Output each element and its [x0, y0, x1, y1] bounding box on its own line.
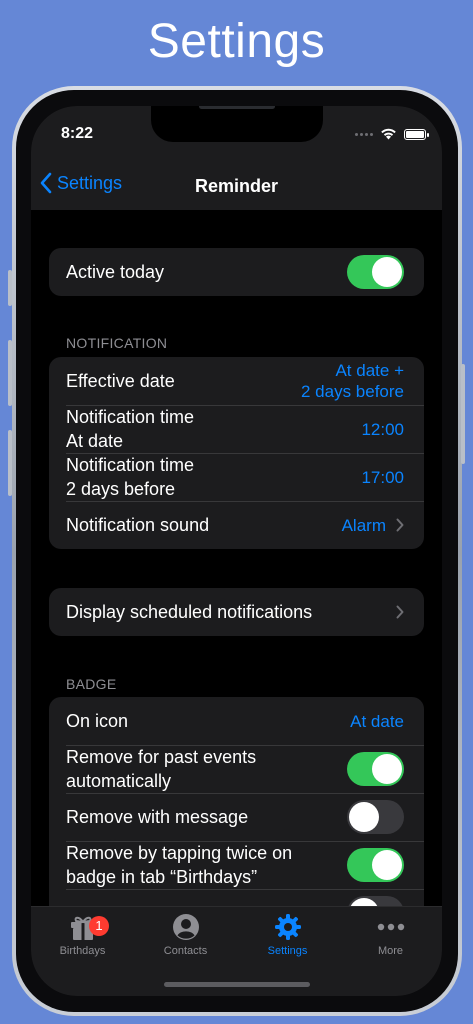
active-today-row: Active today: [49, 248, 424, 296]
active-today-label: Active today: [66, 262, 165, 282]
notification-group: Effective date At date + 2 days before N…: [49, 357, 424, 549]
notification-sound-label: Notification sound: [66, 515, 210, 535]
silent-switch: [8, 270, 12, 306]
person-circle-icon: [172, 914, 199, 940]
effective-date-label: Effective date: [66, 371, 175, 391]
remove-past-events-row: Remove for past events automatically: [49, 745, 424, 793]
badge-section-header: BADGE: [66, 676, 117, 692]
notification-section-header: NOTIFICATION: [66, 335, 168, 351]
scheduled-notifications-row[interactable]: Display scheduled notifications: [49, 588, 424, 636]
chevron-right-icon: [396, 605, 404, 619]
tab-more[interactable]: More: [339, 913, 442, 957]
active-today-toggle[interactable]: [347, 255, 404, 289]
tab-more-label: More: [377, 945, 404, 957]
notification-sound-value: Alarm: [341, 515, 386, 535]
badge-group: On icon At date Remove for past events a…: [49, 697, 424, 906]
notification-time-before-row[interactable]: Notification time 2 days before 17:00: [49, 453, 424, 501]
notification-time-at-date-value: 12:00: [361, 419, 404, 439]
active-today-group: Active today: [49, 248, 424, 296]
remove-by-tapping-label: Remove by tapping twice on badge in tab …: [66, 843, 293, 887]
notification-time-before-label: Notification time 2 days before: [66, 455, 195, 499]
tab-settings-label: Settings: [267, 945, 308, 957]
notification-time-at-date-label: Notification time At date: [66, 407, 195, 451]
wifi-icon: [381, 128, 396, 140]
tab-birthdays[interactable]: Birthdays 1: [31, 913, 134, 957]
chevron-right-icon: [396, 518, 404, 532]
on-icon-label: On icon: [66, 711, 129, 731]
notification-time-before-value: 17:00: [361, 467, 404, 487]
on-icon-row[interactable]: On icon At date: [49, 697, 424, 745]
remove-past-events-toggle[interactable]: [347, 752, 404, 786]
navigation-bar: Settings Reminder: [31, 160, 442, 210]
promo-title: Settings: [147, 15, 326, 68]
remove-with-message-label: Remove with message: [66, 807, 249, 827]
volume-up-button: [8, 340, 12, 406]
notification-badge: 1: [89, 916, 109, 936]
gear-icon: [274, 914, 301, 940]
scheduled-notifications-label: Display scheduled notifications: [66, 602, 313, 622]
home-indicator[interactable]: [164, 982, 310, 987]
remove-past-events-label: Remove for past events automatically: [66, 747, 257, 791]
ellipsis-icon: [377, 923, 404, 931]
power-button: [461, 364, 465, 464]
status-time: 8:22: [61, 125, 94, 142]
on-icon-value: At date: [350, 711, 404, 731]
battery-icon: [404, 128, 429, 140]
partial-toggle[interactable]: [347, 896, 404, 906]
partial-row: [49, 889, 424, 906]
page-title: Reminder: [194, 176, 279, 196]
phone-screen: 8:22 Settings Reminder Active today NOTI…: [31, 106, 442, 996]
tab-birthdays-label: Birthdays: [59, 945, 106, 957]
tab-settings[interactable]: Settings: [236, 913, 339, 957]
cellular-signal-icon: [355, 132, 373, 136]
effective-date-value: At date + 2 days before: [300, 361, 404, 401]
scheduled-notifications-group: Display scheduled notifications: [49, 588, 424, 636]
remove-with-message-toggle[interactable]: [347, 800, 404, 834]
notch: [151, 106, 323, 142]
notification-sound-row[interactable]: Notification sound Alarm: [49, 501, 424, 549]
remove-with-message-row: Remove with message: [49, 793, 424, 841]
remove-by-tapping-row: Remove by tapping twice on badge in tab …: [49, 841, 424, 889]
settings-list[interactable]: Active today NOTIFICATION Effective date…: [31, 210, 442, 906]
tab-contacts-label: Contacts: [163, 945, 208, 957]
remove-by-tapping-toggle[interactable]: [347, 848, 404, 882]
notification-time-at-date-row[interactable]: Notification time At date 12:00: [49, 405, 424, 453]
effective-date-row[interactable]: Effective date At date + 2 days before: [49, 357, 424, 405]
tab-contacts[interactable]: Contacts: [134, 913, 237, 957]
tab-bar: Birthdays 1 Contacts Settings More: [31, 906, 442, 996]
volume-down-button: [8, 430, 12, 496]
speaker: [199, 106, 275, 109]
